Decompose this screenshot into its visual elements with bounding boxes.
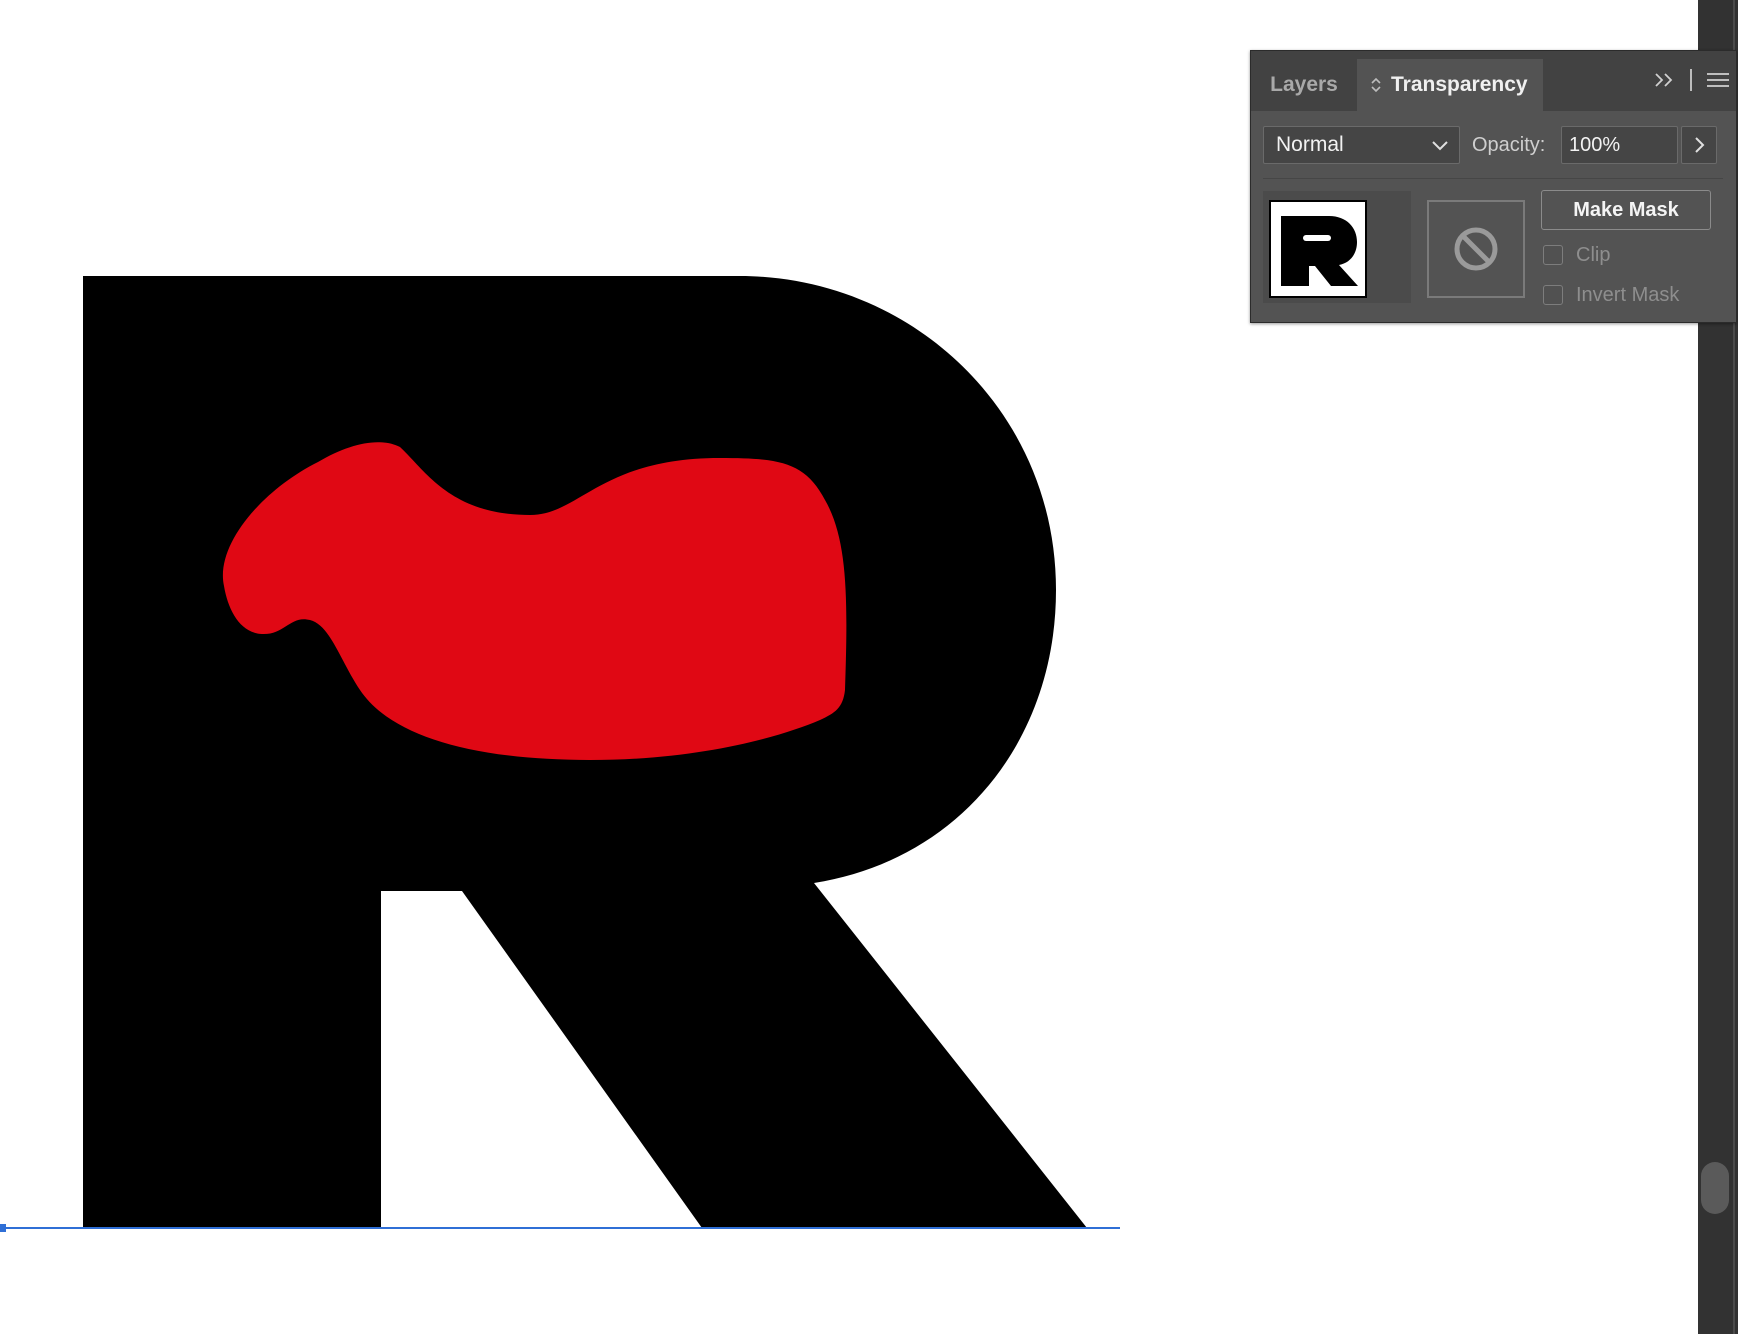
tab-layers[interactable]: Layers bbox=[1251, 59, 1357, 111]
collapse-icon[interactable] bbox=[1654, 71, 1676, 89]
tab-transparency[interactable]: Transparency bbox=[1357, 59, 1543, 111]
make-mask-button[interactable]: Make Mask bbox=[1541, 190, 1711, 230]
clip-label: Clip bbox=[1576, 243, 1611, 266]
clip-option[interactable]: Clip bbox=[1543, 241, 1610, 269]
panel-menu-icon[interactable] bbox=[1706, 71, 1730, 89]
guide-anchor-point[interactable] bbox=[0, 1224, 6, 1232]
tab-transparency-label: Transparency bbox=[1391, 73, 1528, 96]
invert-mask-option[interactable]: Invert Mask bbox=[1543, 281, 1679, 309]
blend-mode-value: Normal bbox=[1276, 133, 1344, 156]
panel-controls bbox=[1654, 69, 1730, 91]
invert-mask-checkbox[interactable] bbox=[1543, 285, 1563, 305]
object-thumbnail-art bbox=[1281, 216, 1358, 286]
opacity-label: Opacity: bbox=[1472, 134, 1546, 156]
blend-mode-dropdown[interactable]: Normal bbox=[1263, 126, 1460, 164]
invert-mask-label: Invert Mask bbox=[1576, 283, 1680, 306]
scrollbar-thumb[interactable] bbox=[1701, 1162, 1729, 1214]
chevron-right-icon bbox=[1695, 137, 1705, 153]
tab-layers-label: Layers bbox=[1270, 73, 1338, 96]
transparency-panel: Layers Transparency Normal Opacity: 100% bbox=[1250, 50, 1737, 323]
mask-thumbnail[interactable] bbox=[1427, 200, 1525, 298]
clip-checkbox[interactable] bbox=[1543, 245, 1563, 265]
no-mask-icon bbox=[1454, 227, 1498, 271]
panel-tab-bar: Layers Transparency bbox=[1251, 51, 1736, 111]
object-thumbnail[interactable] bbox=[1269, 200, 1367, 298]
panel-divider bbox=[1263, 178, 1723, 179]
control-separator bbox=[1690, 69, 1692, 91]
chevron-down-icon bbox=[1432, 141, 1448, 151]
opacity-input[interactable]: 100% bbox=[1561, 126, 1678, 164]
baseline-guide bbox=[0, 1227, 1120, 1229]
opacity-slider-button[interactable] bbox=[1681, 126, 1717, 164]
tab-arrows-icon bbox=[1371, 77, 1381, 93]
